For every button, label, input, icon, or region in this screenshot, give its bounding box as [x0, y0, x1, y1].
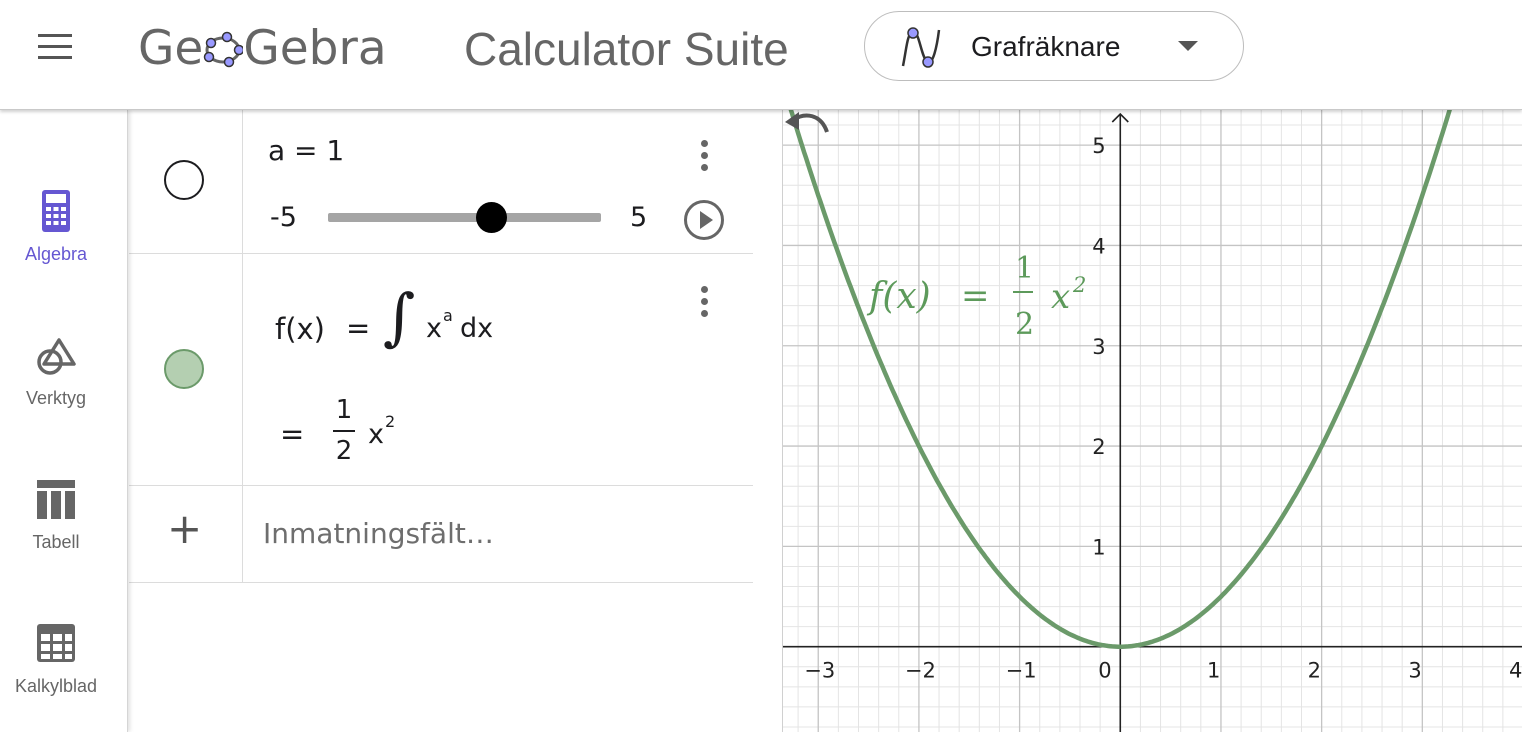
suite-title: Calculator Suite — [464, 23, 789, 75]
label-fraction-bar — [1013, 291, 1033, 293]
play-icon[interactable] — [684, 200, 724, 240]
algebra-view: a = 1 -5 5 f(x) = ∫ x a dx = 1 2 x 2 + I… — [129, 110, 753, 732]
x-tick-label: 4 — [1509, 659, 1522, 683]
label-base: x — [1051, 277, 1070, 317]
sidebar-item-label: Tabell — [32, 532, 80, 552]
algebra-input-row: + — [129, 486, 753, 583]
slider-max-label: 5 — [630, 202, 648, 233]
undo-icon[interactable] — [783, 110, 833, 144]
result-numerator: 1 — [335, 395, 353, 425]
function-equals: = — [346, 311, 371, 345]
grid-minor — [783, 110, 1522, 732]
app-switcher-label: Grafräknare — [971, 31, 1121, 62]
slider-track[interactable] — [328, 202, 601, 233]
algebra-row-slider[interactable]: a = 1 -5 5 — [129, 110, 753, 254]
label-equals: = — [961, 276, 990, 316]
integral-differential: dx — [460, 313, 494, 344]
chevron-down-icon — [1178, 41, 1198, 51]
spreadsheet-icon — [37, 624, 75, 662]
label-exponent: 2 — [1072, 273, 1086, 297]
visibility-toggle-marble[interactable] — [164, 160, 204, 200]
y-tick-label: 3 — [1092, 335, 1105, 359]
geogebra-logo: Ge Gebra — [138, 18, 387, 78]
x-tick-label: 3 — [1408, 659, 1421, 683]
calculator-icon — [42, 190, 70, 232]
app-header: Ge Gebra Calculator Suite Grafräknare — [0, 0, 1522, 110]
sidebar-item-verktyg[interactable]: Verktyg — [0, 332, 112, 409]
sidebar-item-algebra[interactable]: Algebra — [0, 188, 112, 265]
logo-text-right: Gebra — [243, 20, 387, 76]
grid-major — [783, 110, 1522, 732]
result-base: x — [368, 419, 384, 450]
app-switcher-dropdown[interactable]: Grafräknare — [864, 11, 1244, 81]
label-numerator: 1 — [1015, 251, 1034, 286]
sidebar-item-tabell[interactable]: Tabell — [0, 476, 112, 553]
x-tick-label: 0 — [1098, 659, 1111, 683]
x-tick-label: −3 — [804, 659, 835, 683]
marble-column: + — [129, 486, 243, 582]
sidebar-item-label: Verktyg — [25, 388, 87, 408]
result-equals: = — [280, 417, 305, 451]
result-exponent: 2 — [385, 412, 396, 431]
y-tick-label: 1 — [1092, 535, 1105, 559]
algebra-row-function[interactable]: f(x) = ∫ x a dx = 1 2 x 2 — [129, 254, 753, 486]
input-bar[interactable] — [263, 510, 733, 556]
logo-o-mark — [204, 31, 244, 68]
result-denominator: 2 — [335, 436, 353, 466]
function-lhs[interactable]: f(x) — [275, 312, 325, 346]
sidebar-item-label: Algebra — [24, 244, 88, 264]
more-options-icon[interactable] — [694, 284, 714, 320]
integrand-base: x — [426, 313, 442, 344]
marble-column — [129, 254, 243, 485]
sidebar-item-label: Kalkylblad — [14, 676, 98, 696]
x-tick-label: −1 — [1006, 659, 1037, 683]
logo-text-left: Ge — [138, 20, 204, 76]
slider-definition[interactable]: a = 1 — [268, 134, 344, 167]
slider-thumb[interactable] — [476, 202, 508, 233]
x-tick-label: 2 — [1308, 659, 1321, 683]
fraction-bar — [333, 430, 355, 432]
integrand-exponent: a — [443, 306, 453, 325]
y-tick-label: 5 — [1092, 134, 1105, 158]
sidebar-item-kalkylblad[interactable]: Kalkylblad — [0, 620, 112, 697]
slider-min-label: -5 — [270, 202, 297, 233]
label-lhs: f(x) — [866, 276, 931, 317]
y-tick-label: 4 — [1092, 234, 1105, 258]
x-tick-label: −2 — [905, 659, 936, 683]
graph-canvas[interactable]: −3 −2 −1 0 1 2 3 4 1 2 3 4 5 f(x) = 1 2 x 2 — [783, 110, 1522, 732]
graphing-app-icon — [901, 27, 941, 68]
more-options-icon[interactable] — [694, 138, 714, 174]
label-denominator: 2 — [1015, 307, 1034, 342]
integral-sign: ∫ — [383, 280, 416, 353]
menu-icon[interactable] — [36, 32, 76, 62]
table-icon — [37, 480, 75, 519]
graphics-view[interactable]: −3 −2 −1 0 1 2 3 4 1 2 3 4 5 f(x) = 1 2 x 2 — [782, 110, 1522, 732]
perspective-sidebar: Algebra Verktyg Tabell Kalkylblad — [0, 110, 128, 732]
visibility-toggle-marble[interactable] — [164, 349, 204, 389]
y-tick-label: 2 — [1092, 435, 1105, 459]
marble-column — [129, 110, 243, 253]
add-icon[interactable]: + — [167, 504, 202, 553]
x-tick-label: 1 — [1207, 659, 1220, 683]
tools-icon — [37, 338, 76, 375]
